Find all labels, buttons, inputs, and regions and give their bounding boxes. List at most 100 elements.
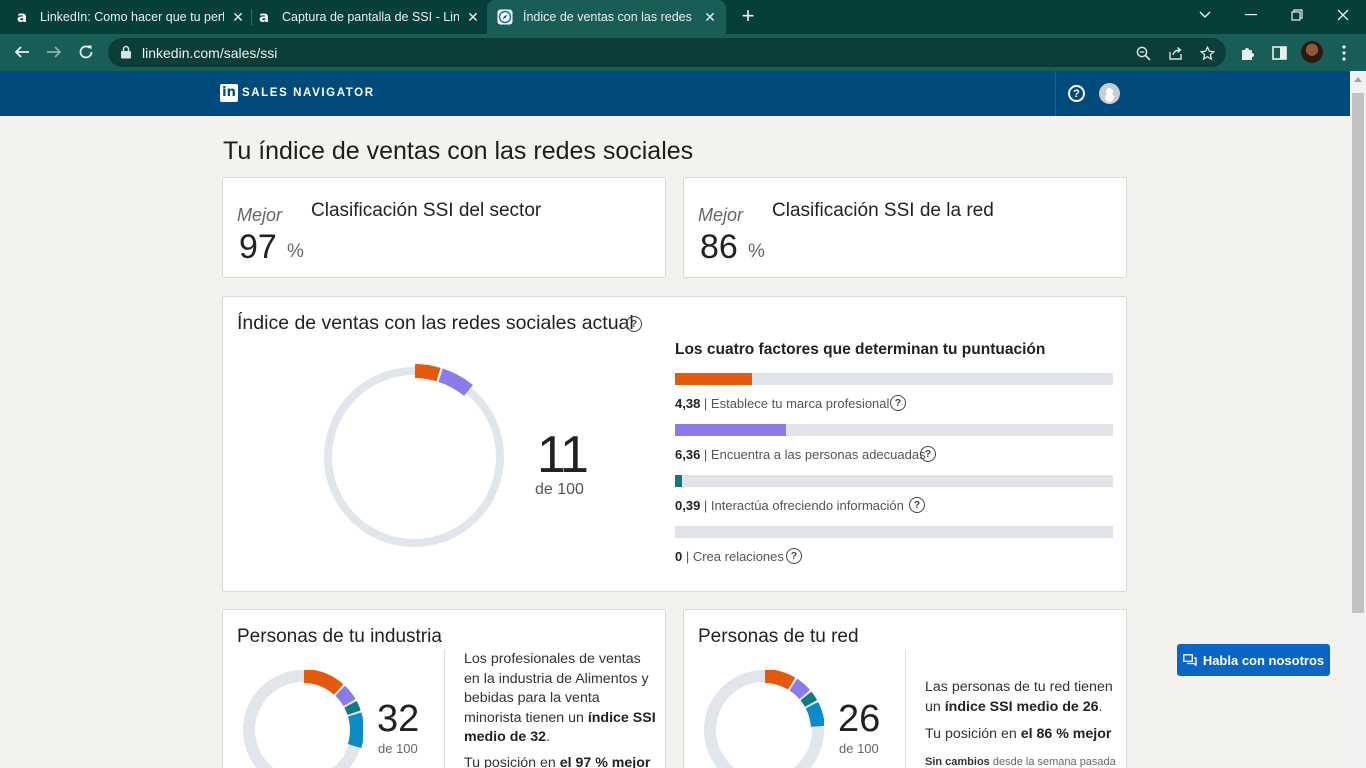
browser-tab[interactable]: a Captura de pantalla de SSI - Linked ✕ xyxy=(256,0,481,34)
ssi-donut-chart xyxy=(320,363,508,551)
close-tab-icon[interactable]: ✕ xyxy=(465,9,481,26)
factor-label-insights: 0,39 | Interactúa ofreciendo información xyxy=(675,498,904,513)
restore-icon[interactable] xyxy=(1274,0,1320,30)
factor-bar-fill xyxy=(675,373,752,385)
browser-toolbar: linkedin.com/sales/ssi xyxy=(0,34,1366,71)
linkedin-logo[interactable]: in xyxy=(220,84,238,102)
ssi-score-card: Índice de ventas con las redes sociales … xyxy=(222,296,1127,592)
tab-title: LinkedIn: Como hacer que tu perfil xyxy=(40,10,224,24)
factor-label-brand: 4,38 | Establece tu marca profesional xyxy=(675,396,890,411)
factor-name: Establece tu marca profesional xyxy=(710,396,890,411)
back-arrow-icon[interactable] xyxy=(10,40,34,64)
side-panel-icon[interactable] xyxy=(1268,42,1290,64)
industry-score-of: de 100 xyxy=(378,741,418,756)
factor-bar-fill xyxy=(675,424,787,436)
help-icon[interactable]: ? xyxy=(1068,85,1085,102)
user-avatar[interactable] xyxy=(1099,83,1120,104)
position-text: Tu posición en xyxy=(464,755,556,768)
header-divider xyxy=(1055,71,1056,116)
bookmark-star-icon[interactable] xyxy=(1198,44,1216,62)
chat-bubbles-icon xyxy=(1182,654,1197,666)
note-bold: Sin cambios xyxy=(925,756,990,768)
ranking-unit: % xyxy=(748,241,765,262)
address-bar[interactable]: linkedin.com/sales/ssi xyxy=(108,38,1226,67)
description-end: . xyxy=(546,729,550,745)
industry-donut-chart xyxy=(243,670,363,768)
factor-name: Encuentra a las personas adecuadas xyxy=(710,447,926,462)
help-question-icon[interactable]: ? xyxy=(786,548,802,564)
factor-value: 4,38 xyxy=(675,396,701,411)
help-question-icon[interactable]: ? xyxy=(626,316,642,332)
factor-bar-relationships xyxy=(675,526,1113,538)
new-tab-plus-icon[interactable]: + xyxy=(737,5,759,27)
factor-bar-insights xyxy=(675,475,1113,487)
ssi-score-value: 11 xyxy=(537,426,589,484)
ssi-title: Índice de ventas con las redes sociales … xyxy=(237,312,634,334)
tab-separator xyxy=(251,9,252,25)
help-question-icon[interactable]: ? xyxy=(920,446,936,462)
share-icon[interactable] xyxy=(1166,44,1184,62)
ranking-title: Clasificación SSI del sector xyxy=(311,200,542,221)
zoom-icon[interactable] xyxy=(1134,44,1152,62)
browser-tab[interactable]: a LinkedIn: Como hacer que tu perfil ✕ xyxy=(14,0,246,34)
close-tab-icon[interactable]: ✕ xyxy=(230,9,246,26)
mejor-label: Mejor xyxy=(698,205,744,225)
factor-bar-people xyxy=(675,424,1113,436)
industry-position: Tu posición en el 97 % mejor xyxy=(464,754,664,768)
profile-avatar[interactable] xyxy=(1301,41,1323,63)
network-ranking-card: Mejor Clasificación SSI de la red 86 % xyxy=(683,177,1127,278)
industry-title: Personas de tu industria xyxy=(237,626,442,647)
industry-people-card: Personas de tu industria 32 de 100 Los p… xyxy=(222,609,666,768)
factor-value: 0,39 xyxy=(675,498,701,513)
tab-search-chevron-icon[interactable] xyxy=(1182,0,1228,30)
scroll-up-arrow-icon[interactable] xyxy=(1354,77,1362,82)
industry-description: Los profesionales de ventas en la indust… xyxy=(464,650,659,748)
ranking-title: Clasificación SSI de la red xyxy=(772,200,994,221)
divider xyxy=(905,650,906,768)
minimize-icon[interactable] xyxy=(1228,0,1274,30)
browser-tab-bar: a LinkedIn: Como hacer que tu perfil ✕ a… xyxy=(0,0,1366,34)
lock-icon xyxy=(120,45,132,59)
ssi-score-of: de 100 xyxy=(535,481,584,498)
browser-menu-icon[interactable] xyxy=(1333,42,1355,64)
forward-arrow-icon[interactable] xyxy=(42,40,66,64)
factor-value: 6,36 xyxy=(675,447,701,462)
brand-name[interactable]: SALES NAVIGATOR xyxy=(242,87,375,99)
factors-title: Los cuatro factores que determinan tu pu… xyxy=(675,341,1046,358)
reload-icon[interactable] xyxy=(74,40,98,64)
industry-ranking-card: Mejor Clasificación SSI del sector 97 % xyxy=(222,177,666,278)
ranking-value: 97 xyxy=(239,228,277,266)
factor-bar-fill xyxy=(675,475,682,487)
chat-button[interactable]: Habla con nosotros xyxy=(1177,644,1330,676)
weekly-change-note: Sin cambios desde la semana pasada xyxy=(925,756,1116,768)
help-question-icon[interactable]: ? xyxy=(890,395,906,411)
factor-value: 0 xyxy=(675,549,683,564)
note-text: desde la semana pasada xyxy=(992,756,1116,768)
url-text: linkedin.com/sales/ssi xyxy=(142,45,278,61)
position-text: Tu posición en xyxy=(925,726,1017,742)
extensions-puzzle-icon[interactable] xyxy=(1237,42,1259,64)
tab-title: Captura de pantalla de SSI - Linked xyxy=(282,10,459,24)
network-score-of: de 100 xyxy=(839,741,879,756)
page-title: Tu índice de ventas con las redes social… xyxy=(223,137,694,165)
sales-navigator-header: in SALES NAVIGATOR ? xyxy=(0,71,1350,116)
chat-button-label: Habla con nosotros xyxy=(1202,652,1325,668)
scrollbar-thumb[interactable] xyxy=(1352,93,1364,613)
page-scrollbar[interactable] xyxy=(1350,71,1366,768)
browser-tab-active[interactable]: Índice de ventas con las redes so ✕ xyxy=(487,0,726,34)
compass-icon xyxy=(497,9,513,25)
ranking-unit: % xyxy=(287,241,304,262)
network-people-card: Personas de tu red 26 de 100 Las persona… xyxy=(683,609,1127,768)
factor-bar-brand xyxy=(675,373,1113,385)
tab-favicon-icon: a xyxy=(258,8,270,26)
tab-title: Índice de ventas con las redes so xyxy=(523,10,696,24)
network-donut-chart xyxy=(704,670,824,768)
help-question-icon[interactable]: ? xyxy=(909,497,925,513)
ranking-value: 86 xyxy=(700,228,738,266)
factor-label-relationships: 0 | Crea relaciones xyxy=(675,549,784,564)
close-window-icon[interactable] xyxy=(1320,0,1366,30)
network-position: Tu posición en el 86 % mejor xyxy=(925,725,1125,745)
close-tab-icon[interactable]: ✕ xyxy=(702,9,718,26)
page-content: in SALES NAVIGATOR ? Tu índice de ventas… xyxy=(0,71,1350,768)
factor-label-people: 6,36 | Encuentra a las personas adecuada… xyxy=(675,447,926,462)
